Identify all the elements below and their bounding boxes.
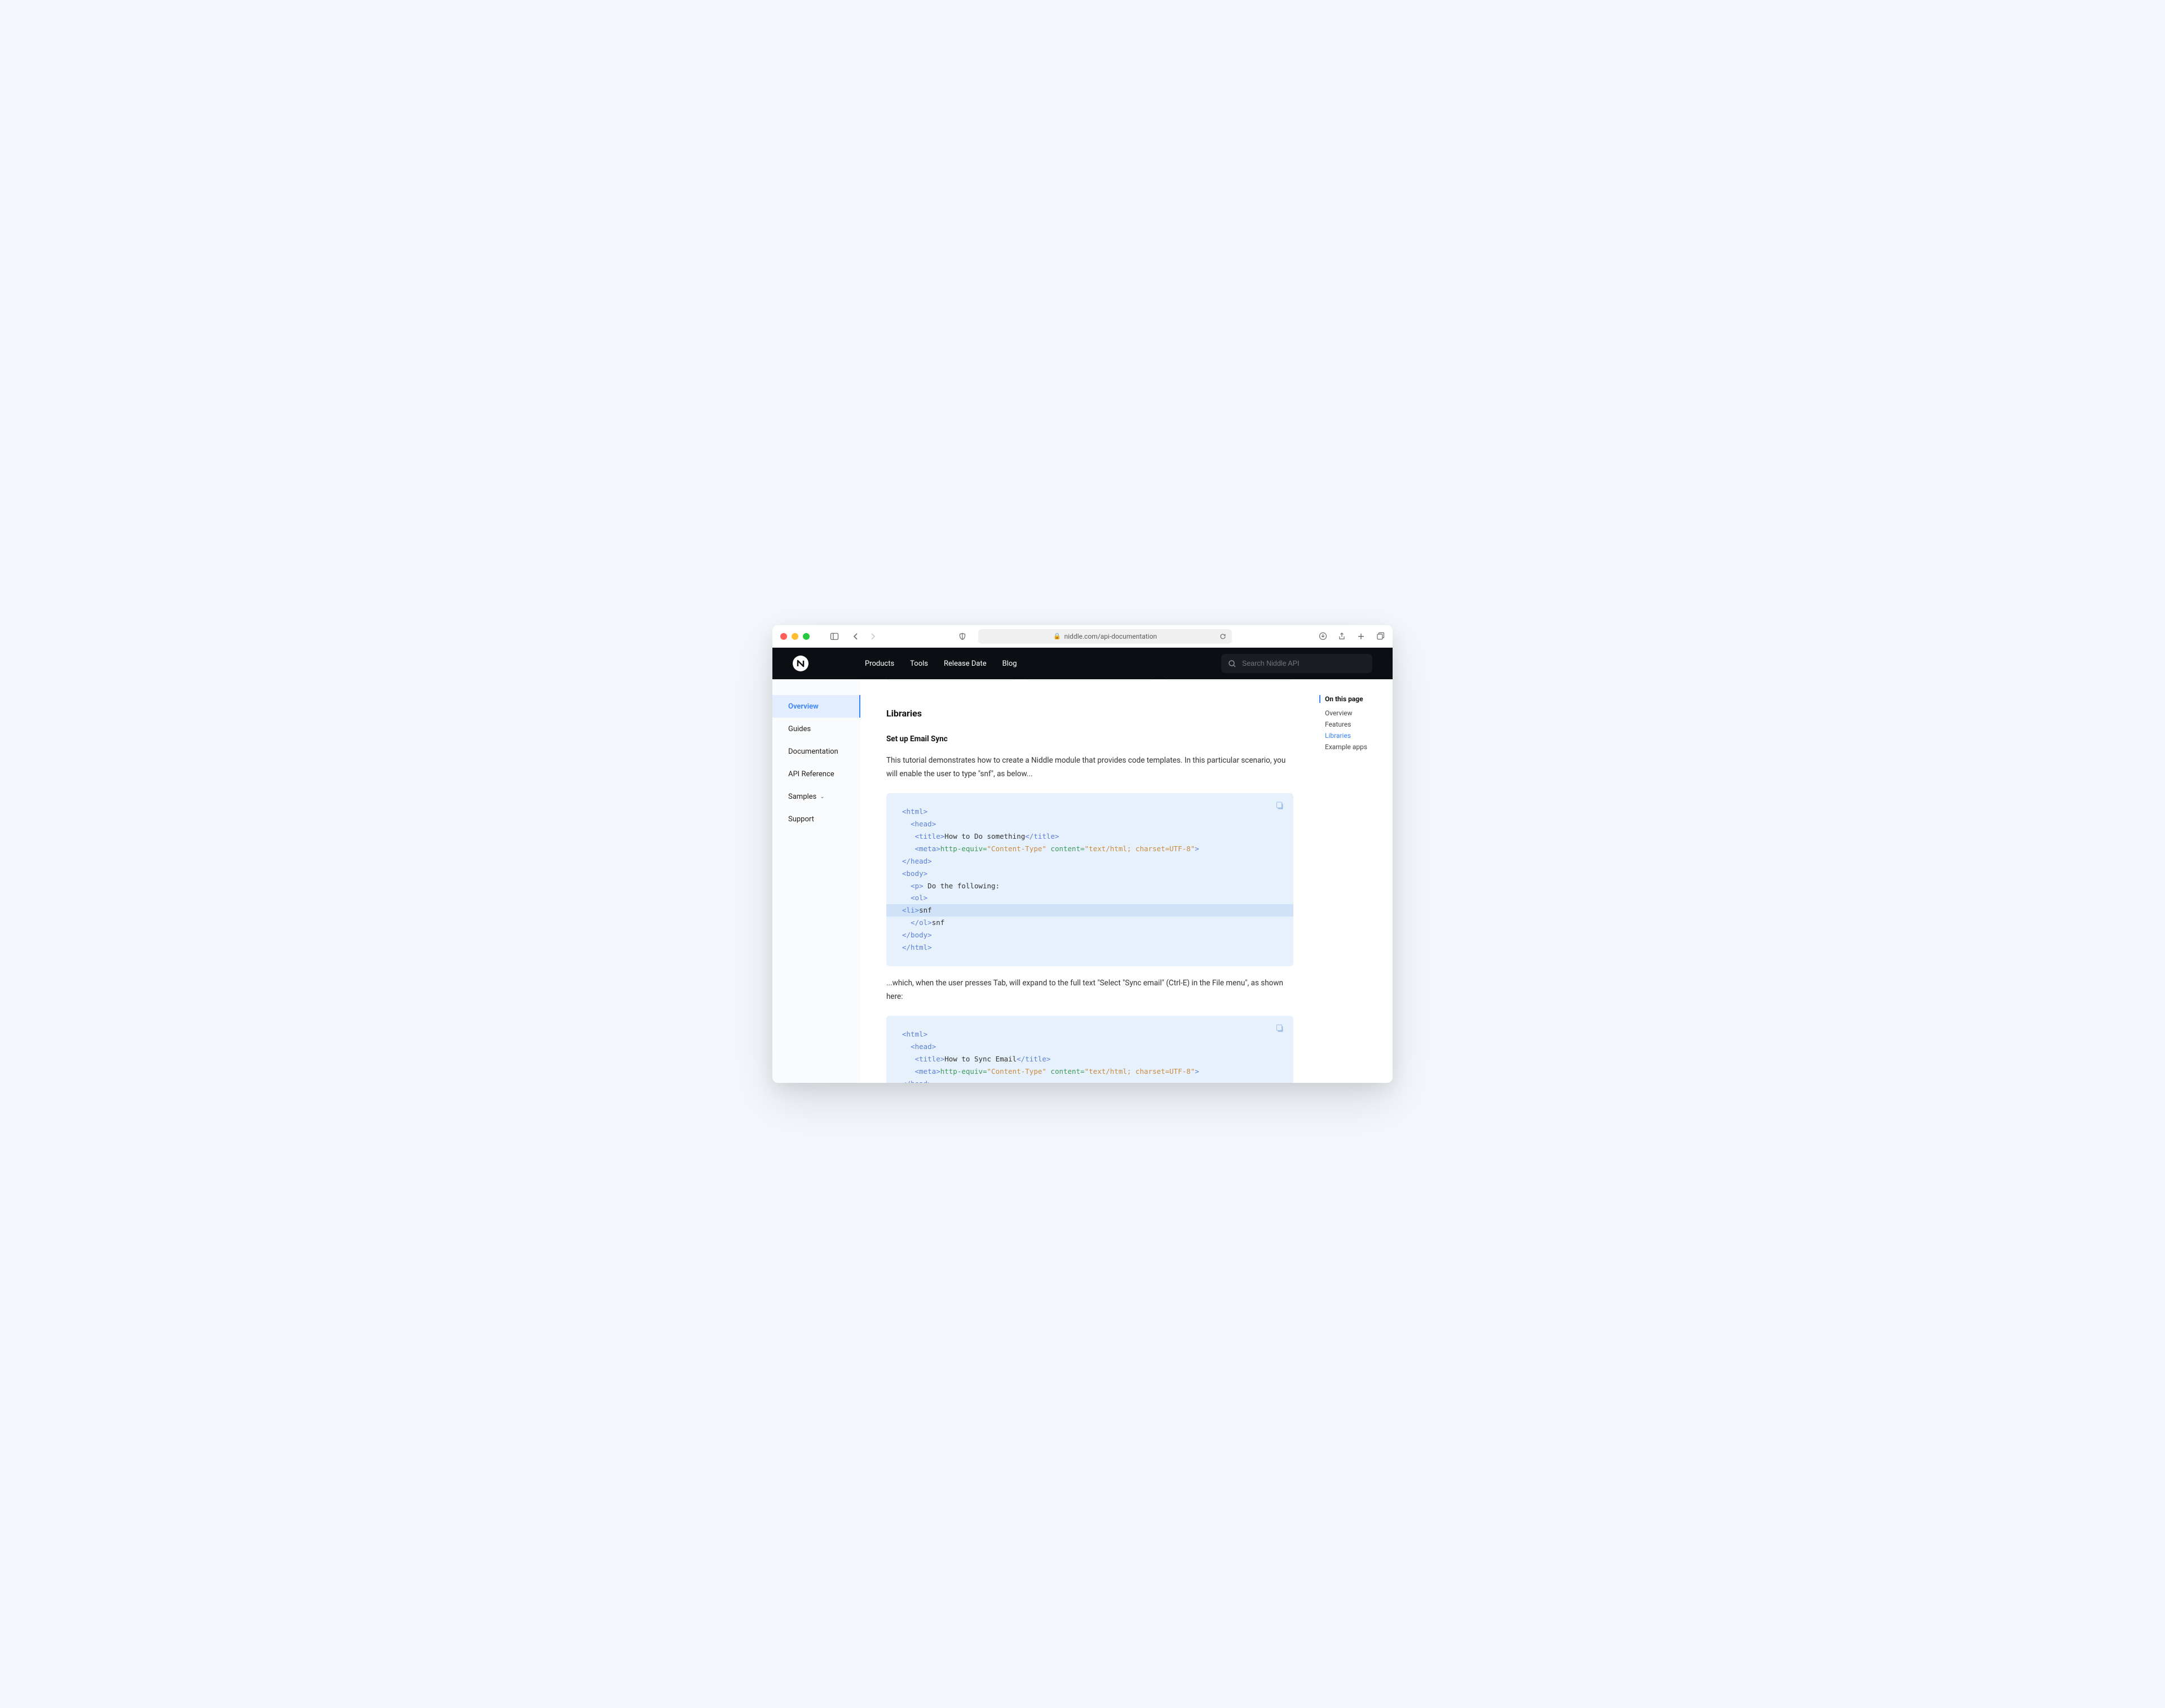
share-icon[interactable] <box>1337 632 1346 641</box>
toc: On this page Overview Features Libraries… <box>1319 679 1393 1083</box>
shield-icon[interactable] <box>958 632 967 641</box>
browser-window: 🔒 niddle.com/api-documentation Products … <box>772 625 1393 1083</box>
toc-item-overview[interactable]: Overview <box>1320 707 1385 719</box>
code-block: <html> <head> <title>How to Do something… <box>886 793 1293 966</box>
nav-release[interactable]: Release Date <box>944 660 987 668</box>
copy-icon[interactable] <box>1275 1024 1285 1034</box>
feature-card: device and email clients <box>1164 679 1293 681</box>
logo[interactable] <box>793 656 808 671</box>
search-box[interactable] <box>1221 654 1372 673</box>
maximize-icon[interactable] <box>803 633 810 640</box>
titlebar: 🔒 niddle.com/api-documentation <box>772 625 1393 648</box>
code-block: <html> <head> <title>How to Sync Email</… <box>886 1016 1293 1083</box>
url-text: niddle.com/api-documentation <box>1064 632 1157 640</box>
sidebar-item-overview[interactable]: Overview <box>772 695 860 718</box>
sidebar: Overview Guides Documentation API Refere… <box>772 679 860 1083</box>
nav-products[interactable]: Products <box>865 660 894 668</box>
forward-icon[interactable] <box>868 632 877 641</box>
sidebar-item-docs[interactable]: Documentation <box>772 740 860 763</box>
toc-heading: On this page <box>1319 695 1385 703</box>
nav-blog[interactable]: Blog <box>1002 660 1017 668</box>
main-content: preferences. and optimize the flow of wo… <box>860 679 1319 1083</box>
paragraph: ...which, when the user presses Tab, wil… <box>886 976 1293 1004</box>
lock-icon: 🔒 <box>1053 632 1061 640</box>
back-icon[interactable] <box>851 632 860 641</box>
feature-card: and optimize the flow of work. <box>1026 679 1155 681</box>
sidebar-item-samples[interactable]: Samples⌄ <box>772 785 860 808</box>
sidebar-item-api[interactable]: API Reference <box>772 763 860 785</box>
nav-tools[interactable]: Tools <box>910 660 928 668</box>
new-tab-icon[interactable] <box>1357 632 1366 641</box>
main-nav: Products Tools Release Date Blog <box>865 660 1017 668</box>
refresh-icon[interactable] <box>1218 632 1227 641</box>
copy-icon[interactable] <box>1275 801 1285 811</box>
toc-item-libraries[interactable]: Libraries <box>1320 730 1385 741</box>
feature-card: preferences. <box>886 679 1015 681</box>
toc-item-features[interactable]: Features <box>1320 719 1385 730</box>
url-bar[interactable]: 🔒 niddle.com/api-documentation <box>978 629 1232 644</box>
search-input[interactable] <box>1242 660 1366 667</box>
close-icon[interactable] <box>780 633 787 640</box>
tabs-icon[interactable] <box>1376 632 1385 641</box>
chevron-down-icon: ⌄ <box>820 794 824 800</box>
search-icon <box>1228 660 1236 668</box>
sidebar-item-support[interactable]: Support <box>772 808 860 830</box>
paragraph: This tutorial demonstrates how to create… <box>886 754 1293 781</box>
toc-item-examples[interactable]: Example apps <box>1320 741 1385 753</box>
sidebar-item-guides[interactable]: Guides <box>772 718 860 740</box>
traffic-lights <box>780 633 810 640</box>
site-header: Products Tools Release Date Blog <box>772 648 1393 679</box>
sidebar-toggle-icon[interactable] <box>830 632 839 641</box>
download-icon[interactable] <box>1318 632 1327 641</box>
sub-heading: Set up Email Sync <box>886 734 1293 744</box>
section-heading: Libraries <box>886 708 1293 719</box>
minimize-icon[interactable] <box>792 633 798 640</box>
